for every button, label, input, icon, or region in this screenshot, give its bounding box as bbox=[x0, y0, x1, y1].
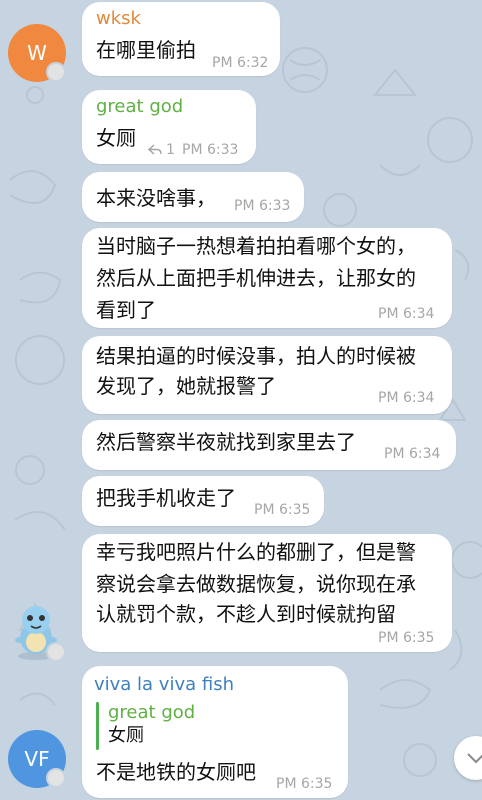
message-time: PM 6:34 bbox=[384, 446, 441, 462]
message-time: PM 6:32 bbox=[212, 55, 269, 71]
message-bubble[interactable]: 把我手机收走了 PM 6:35 bbox=[82, 476, 324, 526]
message-text: 本来没啥事， bbox=[96, 186, 216, 210]
message-text-line: 认就罚个款，不趁人到时候就拘留 bbox=[96, 602, 396, 626]
quoted-text[interactable]: 女厕 bbox=[108, 724, 144, 748]
reply-count[interactable]: 1 bbox=[166, 142, 175, 158]
chevron-down-icon bbox=[467, 753, 482, 764]
message-bubble[interactable]: 然后警察半夜就找到家里去了 PM 6:34 bbox=[82, 420, 456, 470]
message-text: 女厕 bbox=[96, 126, 136, 150]
message-time: PM 6:35 bbox=[254, 502, 311, 518]
message-bubble[interactable]: great god 女厕 1 PM 6:33 bbox=[82, 90, 256, 164]
message-bubble[interactable]: 本来没啥事， PM 6:33 bbox=[82, 172, 304, 222]
avatar-initial: W bbox=[27, 41, 47, 65]
message-time: PM 6:35 bbox=[276, 776, 333, 792]
message-bubble[interactable]: 幸亏我吧照片什么的都删了，但是警 察说会拿去做数据恢复，说你现在承 认就罚个款，… bbox=[82, 534, 452, 652]
message-bubble[interactable]: viva la viva fish great god 女厕 不是地铁的女厕吧 … bbox=[82, 666, 348, 798]
sender-name[interactable]: great god bbox=[96, 96, 183, 117]
quoted-sender[interactable]: great god bbox=[108, 702, 195, 723]
message-time: PM 6:33 bbox=[234, 198, 291, 214]
message-text: 把我手机收走了 bbox=[96, 486, 236, 510]
message-bubble[interactable]: 结果拍逼的时候没事，拍人的时候被 发现了，她就报警了 PM 6:34 bbox=[82, 336, 452, 414]
message-text: 在哪里偷拍 bbox=[96, 38, 196, 62]
reply-arrow-icon[interactable] bbox=[148, 144, 162, 156]
message-time: PM 6:34 bbox=[378, 390, 435, 406]
quote-accent-bar bbox=[96, 702, 99, 750]
avatar-status-dot bbox=[46, 62, 66, 82]
sender-name[interactable]: wksk bbox=[96, 8, 141, 29]
message-text-line: 当时脑子一热想着拍拍看哪个女的， bbox=[96, 234, 416, 258]
message-text-line: 看到了 bbox=[96, 298, 156, 322]
message-text: 然后警察半夜就找到家里去了 bbox=[96, 430, 356, 454]
message-text-line: 幸亏我吧照片什么的都删了，但是警 bbox=[96, 540, 416, 564]
sender-name[interactable]: viva la viva fish bbox=[94, 674, 234, 695]
avatar-status-dot bbox=[46, 642, 66, 662]
message-time: PM 6:33 bbox=[182, 142, 239, 158]
avatar-status-dot bbox=[46, 768, 66, 788]
message-text: 不是地铁的女厕吧 bbox=[96, 760, 256, 784]
message-time: PM 6:35 bbox=[378, 630, 435, 646]
message-text-line: 察说会拿去做数据恢复，说你现在承 bbox=[96, 572, 416, 596]
avatar-initial: VF bbox=[24, 747, 50, 771]
message-text-line: 结果拍逼的时候没事，拍人的时候被 bbox=[96, 344, 416, 368]
message-bubble[interactable]: wksk 在哪里偷拍 PM 6:32 bbox=[82, 2, 280, 76]
message-text-line: 发现了，她就报警了 bbox=[96, 374, 276, 398]
message-text-line: 然后从上面把手机伸进去，让那女的 bbox=[96, 266, 416, 290]
message-time: PM 6:34 bbox=[378, 306, 435, 322]
message-bubble[interactable]: 当时脑子一热想着拍拍看哪个女的， 然后从上面把手机伸进去，让那女的 看到了 PM… bbox=[82, 228, 452, 328]
